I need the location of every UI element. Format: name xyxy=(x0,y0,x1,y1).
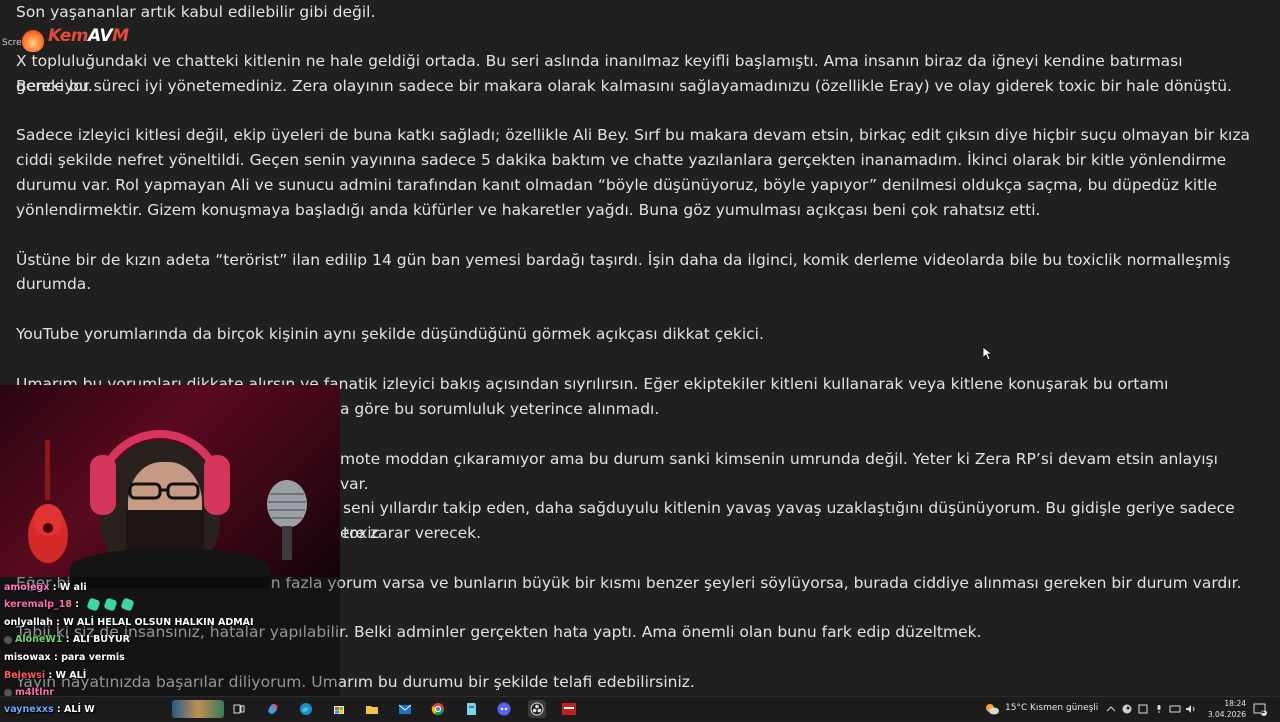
chat-message: keremalp_18 : xyxy=(4,597,135,612)
weather-temp: 15°C xyxy=(1005,703,1028,713)
paragraph-line: Bence bu süreci iyi yönetemediniz. Zera … xyxy=(16,77,1232,95)
volume-icon[interactable] xyxy=(1184,700,1198,718)
steam-icon[interactable] xyxy=(1120,700,1134,718)
paragraph-line: ere zarar verecek. xyxy=(340,524,482,542)
notepad-icon[interactable] xyxy=(462,700,480,718)
file-explorer-icon[interactable] xyxy=(363,700,381,718)
paragraph-line: durumda. xyxy=(16,275,92,293)
mail-icon[interactable] xyxy=(396,700,414,718)
chat-message: vaynexxs : ALİ W xyxy=(4,704,95,715)
badge-icon xyxy=(4,635,12,644)
paragraph-line: YouTube yorumlarında da birçok kişinin a… xyxy=(16,325,764,343)
emote-icon xyxy=(120,597,135,612)
headphone-right xyxy=(204,455,230,515)
emote-icon xyxy=(103,597,118,612)
chat-message: onlyallah : W ALİ HELAL OLSUN HALKIN ADM… xyxy=(4,617,254,628)
microphone-tray-icon[interactable] xyxy=(1152,700,1166,718)
paragraph-line: a göre bu sorumluluk yeterince alınmadı. xyxy=(340,400,660,418)
paragraph-line: Sadece izleyici kitlesi değil, ekip üyel… xyxy=(16,126,1250,144)
glasses-icon xyxy=(128,482,200,500)
edge-icon[interactable] xyxy=(297,700,315,718)
weather-icon[interactable] xyxy=(983,700,1001,718)
taskbar: 15°C Kısmen güneşli 18:24 3.04.2026 2 xyxy=(0,696,1280,721)
headphone-left xyxy=(90,455,116,515)
copilot-icon[interactable] xyxy=(264,700,282,718)
media-app-icon[interactable] xyxy=(560,700,578,718)
chrome-icon[interactable] xyxy=(429,700,447,718)
paragraph-line: mote moddan çıkaramıyor ama bu durum san… xyxy=(340,450,1218,493)
store-icon[interactable] xyxy=(330,700,348,718)
paragraph-line: Üstüne bir de kızın adeta “terörist” ila… xyxy=(16,251,1231,269)
app-tray-icon[interactable] xyxy=(1136,700,1150,718)
paragraph-line: ciddi şekilde nefret yöneltildi. Geçen s… xyxy=(16,151,1227,169)
paragraph-line: durumu var. Rol yapmayan Ali ve sunucu a… xyxy=(16,176,1218,194)
task-view-icon[interactable] xyxy=(230,700,248,718)
notification-count: 2 xyxy=(1261,708,1266,715)
microphone-icon xyxy=(267,480,307,560)
chat-message: Belewsi : W ALİ xyxy=(4,670,87,681)
chat-message: amolegx : W ali xyxy=(4,582,87,593)
discord-icon[interactable] xyxy=(495,700,513,718)
guitar-icon xyxy=(28,440,68,563)
clock-date: 3.04.2026 xyxy=(1207,710,1246,719)
network-icon[interactable] xyxy=(1168,700,1182,718)
chat-message: misowax : para vermis xyxy=(4,652,125,663)
logo-text: KemAVM xyxy=(48,26,129,46)
widget-image[interactable] xyxy=(172,700,224,718)
paragraph-line: yönlendirmektir. Gizem konuşmaya başladı… xyxy=(16,201,1041,219)
paragraph-line: Son yaşananlar artık kabul edilebilir gi… xyxy=(16,3,376,21)
clock-time: 18:24 xyxy=(1224,699,1246,708)
clock[interactable]: 18:24 3.04.2026 xyxy=(1198,697,1246,722)
notification-icon[interactable]: 2 xyxy=(1252,700,1268,718)
chat-message: AloneW1 : ALI BUYUR xyxy=(4,634,130,646)
chevron-up-icon[interactable] xyxy=(1104,700,1118,718)
weather-text: Kısmen güneşli xyxy=(1030,703,1099,713)
flame-icon xyxy=(22,30,44,52)
obs-icon[interactable] xyxy=(528,700,546,718)
emote-icon xyxy=(86,597,101,612)
